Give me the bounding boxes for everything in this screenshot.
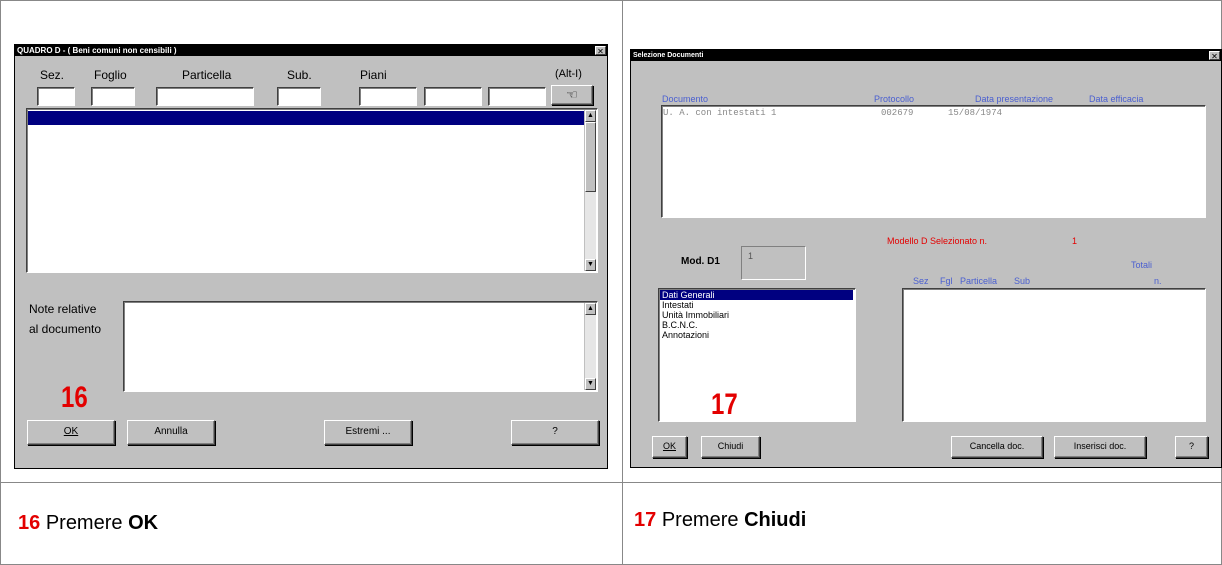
caption-number: 17: [634, 509, 657, 531]
piani-input-3[interactable]: [488, 87, 546, 106]
caption-number: 16: [18, 512, 41, 534]
piani-input-1[interactable]: [359, 87, 417, 106]
caption-action: OK: [128, 512, 159, 534]
sub-header-fgl: Fgl: [940, 276, 953, 286]
column-label-sez: Sez.: [40, 68, 65, 82]
section-item-bcnc[interactable]: B.C.N.C.: [662, 320, 698, 330]
header-data-efficacia: Data efficacia: [1089, 94, 1144, 104]
documents-list[interactable]: U. A. con intestati 1 002679 15/08/1974: [661, 105, 1206, 218]
inserisci-doc-button[interactable]: Inserisci doc.: [1054, 436, 1146, 458]
column-label-sub: Sub.: [287, 68, 312, 82]
help-button[interactable]: ?: [511, 420, 599, 445]
header-protocollo: Protocollo: [874, 94, 915, 104]
doc-row-data[interactable]: 15/08/1974: [948, 108, 1002, 118]
doc-row-protocollo[interactable]: 002679: [881, 108, 913, 118]
section-item-unita-immobiliari[interactable]: Unità Immobiliari: [662, 310, 729, 320]
cancella-doc-button[interactable]: Cancella doc.: [951, 436, 1043, 458]
mod-d1-label: Mod. D1: [681, 256, 720, 267]
hand-pointer-icon: ☜: [566, 87, 578, 102]
scroll-down-icon[interactable]: ▼: [585, 259, 596, 271]
sections-list[interactable]: Dati Generali Intestati Unità Immobiliar…: [658, 288, 856, 422]
modello-selected-value: 1: [1072, 236, 1078, 246]
column-divider: [622, 0, 623, 565]
help-button[interactable]: ?: [1175, 436, 1208, 458]
sez-input[interactable]: [37, 87, 75, 106]
insert-button[interactable]: ☜: [551, 85, 593, 105]
column-label-piani: Piani: [360, 68, 387, 82]
window-title: QUADRO D - ( Beni comuni non censibili ): [15, 45, 607, 56]
header-data-presentazione: Data presentazione: [975, 94, 1054, 104]
caption-text: Premere: [661, 509, 739, 531]
n-label: n.: [1154, 276, 1162, 286]
section-item-dati-generali[interactable]: Dati Generali: [660, 290, 853, 300]
column-label-particella: Particella: [182, 68, 232, 82]
totali-label: Totali: [1131, 260, 1153, 270]
header-documento: Documento: [662, 94, 709, 104]
quadro-d-window: QUADRO D - ( Beni comuni non censibili )…: [14, 44, 608, 469]
note-label-line2: al documento: [29, 322, 102, 336]
close-icon[interactable]: ✕: [1209, 51, 1220, 61]
note-label-line1: Note relative: [29, 302, 97, 316]
sub-input[interactable]: [277, 87, 321, 106]
note-textarea[interactable]: ▲ ▼: [123, 301, 598, 392]
row-divider: [0, 482, 1222, 483]
piani-input-2[interactable]: [424, 87, 482, 106]
note-scrollbar[interactable]: ▲ ▼: [584, 303, 596, 390]
close-icon[interactable]: ✕: [595, 46, 606, 56]
chiudi-button[interactable]: Chiudi: [701, 436, 760, 458]
scroll-thumb[interactable]: [585, 122, 596, 192]
sub-header-sub: Sub: [1014, 276, 1031, 286]
mod-d1-value: 1: [748, 251, 754, 261]
ok-button[interactable]: OK: [652, 436, 687, 458]
doc-row-documento[interactable]: U. A. con intestati 1: [663, 108, 776, 118]
scroll-up-icon[interactable]: ▲: [585, 303, 596, 315]
section-item-intestati[interactable]: Intestati: [662, 300, 694, 310]
annulla-button[interactable]: Annulla: [127, 420, 215, 445]
estremi-button[interactable]: Estremi ...: [324, 420, 412, 445]
sub-header-sez: Sez: [913, 276, 929, 286]
caption-step-17: 17 Premere Chiudi: [634, 509, 806, 532]
column-label-foglio: Foglio: [94, 68, 127, 82]
selected-row[interactable]: [28, 111, 584, 125]
modello-selected-label: Modello D Selezionato n.: [887, 236, 988, 246]
parcel-list[interactable]: ▲ ▼: [26, 108, 598, 273]
selezione-documenti-window: Selezione Documenti ✕ Documento Protocol…: [630, 49, 1222, 468]
caption-step-16: 16 Premere OK: [18, 512, 158, 535]
particella-input[interactable]: [156, 87, 254, 106]
section-item-annotazioni[interactable]: Annotazioni: [662, 330, 709, 340]
scroll-down-icon[interactable]: ▼: [585, 378, 596, 390]
step-number-16: 16: [61, 381, 88, 414]
totals-list[interactable]: [902, 288, 1206, 422]
mod-d1-box: 1: [741, 246, 806, 280]
caption-action: Chiudi: [744, 509, 807, 531]
scroll-up-icon[interactable]: ▲: [585, 110, 596, 122]
foglio-input[interactable]: [91, 87, 135, 106]
step-number-17: 17: [711, 388, 738, 421]
alt-i-label: (Alt-I): [555, 68, 582, 80]
ok-button[interactable]: OK: [27, 420, 115, 445]
window-title: Selezione Documenti: [631, 50, 1221, 61]
sub-header-particella: Particella: [960, 276, 998, 286]
caption-text: Premere: [45, 512, 123, 534]
list-scrollbar[interactable]: ▲ ▼: [584, 110, 596, 271]
